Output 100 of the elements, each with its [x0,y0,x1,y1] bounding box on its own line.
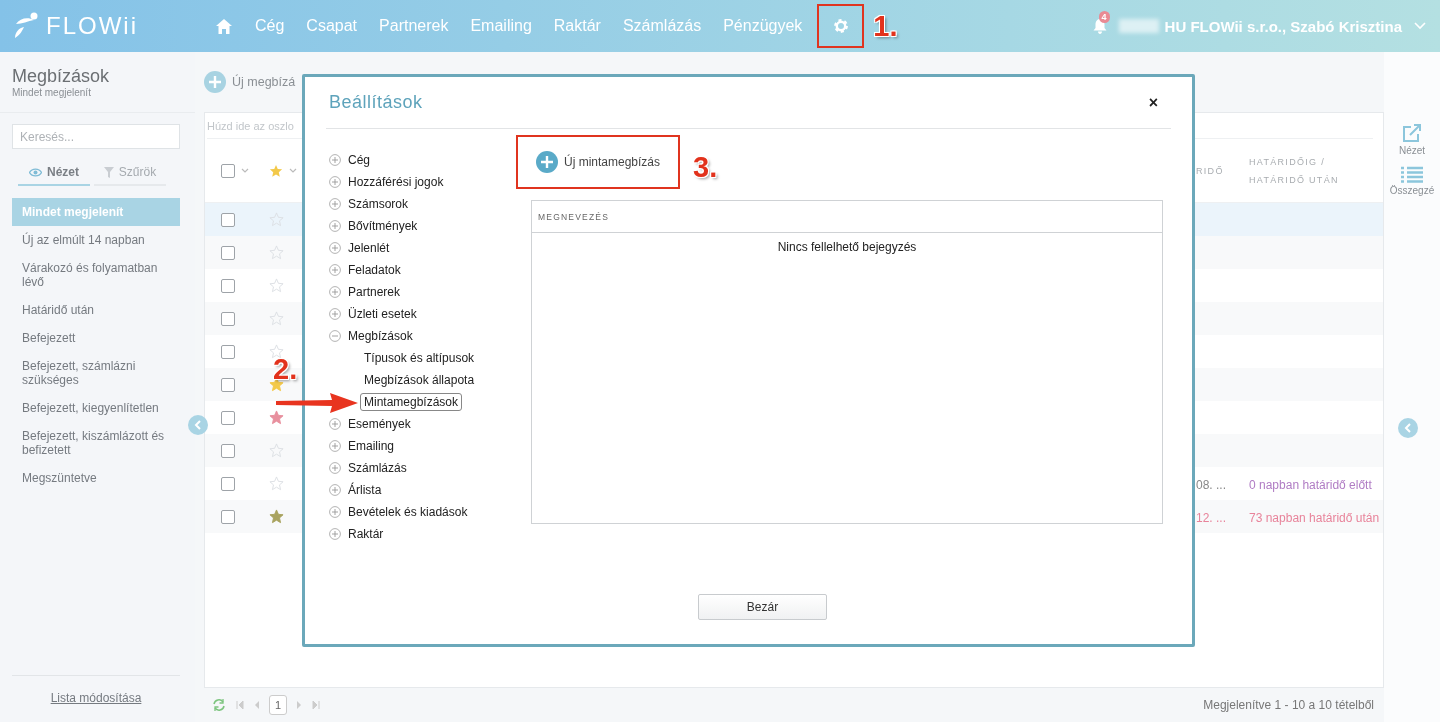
tree-item[interactable]: Bővítmények [328,215,422,237]
plus-circle-icon[interactable] [329,308,341,320]
plus-circle-icon[interactable] [329,176,341,188]
view-item[interactable]: Várakozó és folyamatban lévő [12,254,180,296]
plus-icon[interactable] [536,151,558,173]
star-icon[interactable] [269,163,283,178]
close-button[interactable]: × [1148,93,1158,112]
row-checkbox[interactable] [221,245,235,260]
settings-button[interactable] [817,4,865,48]
view-item[interactable]: Befejezett, kiegyenlítetlen [12,394,180,422]
caret-icon[interactable] [241,168,249,173]
star-icon[interactable] [269,509,284,524]
redacted-block [1118,19,1159,33]
tab[interactable]: Nézet [18,165,90,186]
plus-circle-icon[interactable] [329,418,341,430]
column-header[interactable]: MEGNEVEZÉS [538,211,610,222]
view-item[interactable]: Megszüntetve [12,464,180,492]
tree-item[interactable]: Árlista [328,479,386,501]
new-order-button[interactable]: Új megbízá [204,71,296,93]
row-checkbox[interactable] [221,476,235,491]
deadline-text: 0 napban határidő előtt [1249,477,1372,492]
edit-list-link[interactable]: Lista módosítása [50,691,142,705]
filter-icon[interactable] [103,166,114,178]
plus-circle-icon[interactable] [329,198,341,210]
tree-item[interactable]: Számsorok [328,193,413,215]
eye-icon[interactable] [29,167,42,177]
tree-item[interactable]: Partnerek [328,281,405,303]
row-checkbox[interactable] [221,410,235,425]
row-checkbox[interactable] [221,509,235,524]
table-cell: 08. ... [1196,477,1227,492]
notification-badge: 4 [1098,11,1110,23]
tree-item[interactable]: Számlázás [328,457,411,479]
plus-circle-icon[interactable] [329,440,341,452]
page-number[interactable]: 1 [269,695,288,715]
step-number: 3. [693,151,718,184]
search-field[interactable]: Keresés... [12,124,180,149]
tree-item[interactable]: Üzleti esetek [328,303,421,325]
plus-circle-icon[interactable] [329,242,341,254]
previous-page-icon[interactable] [254,701,259,709]
logo-icon [12,12,40,40]
last-page-icon[interactable] [312,701,321,709]
tree-item[interactable]: Emailing [328,435,399,457]
first-page-icon[interactable] [236,701,244,709]
tree-item[interactable]: Feladatok [328,259,405,281]
tree-item[interactable]: Raktár [328,523,388,545]
row-checkbox[interactable] [221,443,235,458]
plus-circle-icon[interactable] [329,264,341,276]
minus-circle-icon[interactable] [329,330,341,342]
collapse-button[interactable] [1398,418,1418,438]
plus-icon[interactable] [204,71,226,93]
chevron-left-icon[interactable] [1404,423,1412,433]
row-checkbox[interactable] [221,311,235,326]
view-item[interactable]: Befejezett, kiszámlázott és befizetett [12,422,180,464]
page-subtitle: Mindet megjelenít [12,87,91,98]
tree-item[interactable]: Típusok és altípusok [360,349,479,367]
refresh-icon[interactable] [212,699,226,711]
page-title: Megbízások [12,66,110,87]
next-page-icon[interactable] [297,701,303,709]
external-link-icon[interactable] [1402,124,1422,143]
step-number: 1. [873,10,898,43]
tree-item[interactable]: Cég [328,149,374,171]
view-item[interactable]: Határidő után [12,296,180,324]
plus-circle-icon[interactable] [329,484,341,496]
home-icon[interactable] [216,18,232,34]
column-header[interactable]: RIDŐ [1196,161,1249,180]
caret-icon[interactable] [289,168,297,173]
row-checkbox[interactable] [221,212,235,227]
tab[interactable]: Szűrök [94,165,166,186]
tree-item[interactable]: Megbízások [328,325,417,347]
plus-circle-icon[interactable] [329,220,341,232]
summary-button[interactable]: Összegzé [1389,166,1435,196]
tree-item[interactable]: Megbízások állapota [360,371,479,389]
chevron-down-icon[interactable] [1414,22,1426,30]
tree-item[interactable]: Események [328,413,415,435]
chevron-left-icon[interactable] [194,420,202,430]
close-dialog-button[interactable]: Bezár [698,594,827,620]
row-checkbox[interactable] [221,278,235,293]
view-item[interactable]: Befejezett, számlázni szükséges [12,352,180,394]
tree-item[interactable]: Bevételek és kiadások [328,501,472,523]
list-icon[interactable] [1401,166,1423,183]
tree-item[interactable]: Jelenlét [328,237,394,259]
column-header[interactable]: HATÁRIDŐIG / HATÁRIDŐ UTÁN [1249,152,1383,189]
tree-item[interactable]: Hozzáférési jogok [328,171,448,193]
plus-circle-icon[interactable] [329,286,341,298]
collapse-button[interactable] [188,415,208,435]
bell-icon[interactable] [1092,18,1107,34]
deadline-text: 73 napban határidő után [1249,510,1380,525]
tree-item[interactable]: Mintamegbízások [360,393,463,411]
view-item[interactable]: Új az elmúlt 14 napban [12,226,180,254]
view-button[interactable]: Nézet [1398,124,1426,156]
plus-circle-icon[interactable] [329,528,341,540]
view-item[interactable]: Befejezett [12,324,180,352]
star-icon[interactable] [269,410,284,425]
plus-circle-icon[interactable] [329,462,341,474]
row-checkbox[interactable] [221,344,235,359]
row-checkbox[interactable] [221,377,235,392]
new-template-button[interactable]: Új mintamegbízás [516,135,680,189]
plus-circle-icon[interactable] [329,506,341,518]
plus-circle-icon[interactable] [329,154,341,166]
select-all-checkbox[interactable] [221,163,235,178]
